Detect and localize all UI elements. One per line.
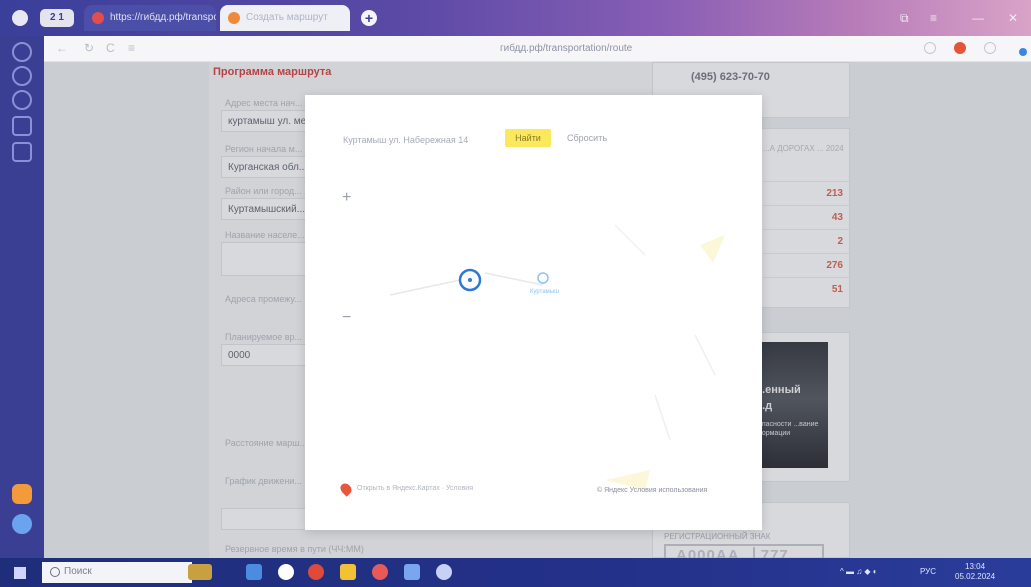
map-terms-link[interactable]: © Яндекс Условия использования bbox=[597, 487, 707, 494]
task-view-icon[interactable] bbox=[246, 564, 262, 580]
bookmarks-icon[interactable] bbox=[12, 42, 32, 62]
file-explorer-icon[interactable] bbox=[340, 564, 356, 580]
profile-icon[interactable] bbox=[12, 10, 28, 26]
map-area bbox=[700, 235, 725, 263]
map-road bbox=[389, 279, 461, 296]
clock-time: 13:04 bbox=[965, 562, 986, 571]
open-in-maps-link[interactable]: Открыть в Яндекс.Картах · Условия bbox=[357, 485, 473, 492]
tab-title: https://гибдд.рф/transport bbox=[110, 12, 216, 23]
refresh-icon[interactable]: ↻ bbox=[84, 41, 94, 55]
tray-icons[interactable]: ^ ▬ ♫ ◆ ◐ bbox=[840, 567, 878, 576]
zoom-in-button[interactable]: + bbox=[342, 189, 351, 207]
marker-center bbox=[468, 278, 472, 282]
tab-create-route[interactable]: Создать маршрут bbox=[220, 5, 350, 31]
clock[interactable]: 13:04 05.02.2024 bbox=[955, 562, 995, 582]
tab-title: Создать маршрут bbox=[246, 12, 328, 23]
browser-tab-bar: 2 1 https://гибдд.рф/transport Создать м… bbox=[0, 0, 1031, 36]
key-icon[interactable] bbox=[924, 42, 936, 54]
map-canvas[interactable]: Куртамыш bbox=[305, 95, 762, 530]
home-icon[interactable]: ≡ bbox=[128, 41, 135, 55]
map-modal: Куртамыш Куртамыш ул. Набережная 14 Найт… bbox=[305, 95, 762, 530]
start-button[interactable] bbox=[14, 567, 26, 579]
downloads-icon[interactable] bbox=[12, 90, 32, 110]
history-icon[interactable] bbox=[12, 66, 32, 86]
minimize-icon[interactable]: — bbox=[972, 11, 984, 25]
menu-icon[interactable]: ≡ bbox=[930, 11, 937, 25]
search-placeholder: Поиск bbox=[64, 566, 92, 577]
reset-button[interactable]: Сбросить bbox=[567, 133, 607, 143]
find-button[interactable]: Найти bbox=[505, 129, 551, 147]
map-road bbox=[694, 334, 716, 376]
poi-label: Куртамыш bbox=[530, 289, 559, 295]
close-icon[interactable]: ✕ bbox=[1008, 11, 1018, 25]
back-icon[interactable]: ← bbox=[56, 41, 68, 55]
tab-group-indicator[interactable]: 2 1 bbox=[40, 9, 74, 27]
map-search-input[interactable]: Куртамыш ул. Набережная 14 bbox=[343, 135, 468, 145]
address-bar: ← ↻ C ≡ гибдд.рф/transportation/route bbox=[44, 36, 1031, 62]
yandex-favicon-icon bbox=[228, 12, 240, 24]
reload-icon[interactable]: C bbox=[106, 41, 115, 55]
map-road bbox=[614, 224, 646, 256]
search-icon bbox=[50, 567, 60, 577]
poi-marker-icon[interactable] bbox=[537, 272, 549, 284]
map-road bbox=[484, 272, 544, 286]
alice-icon[interactable] bbox=[12, 484, 32, 504]
taskbar: Поиск ^ ▬ ♫ ◆ ◐ РУС 13:04 05.02.2024 bbox=[0, 558, 1031, 587]
yandex-browser-icon[interactable] bbox=[278, 564, 294, 580]
messenger-icon[interactable] bbox=[12, 142, 32, 162]
app-icon[interactable] bbox=[404, 564, 420, 580]
map-road bbox=[654, 394, 671, 441]
app-icon[interactable] bbox=[372, 564, 388, 580]
new-tab-button[interactable]: + bbox=[361, 10, 377, 26]
cloud-icon[interactable] bbox=[12, 514, 32, 534]
clock-date: 05.02.2024 bbox=[955, 572, 996, 581]
tab-gibdd[interactable]: https://гибдд.рф/transport bbox=[84, 5, 216, 31]
collections-icon[interactable] bbox=[12, 116, 32, 136]
edge-icon[interactable] bbox=[308, 564, 324, 580]
app-icon[interactable] bbox=[436, 564, 452, 580]
extensions-icon[interactable] bbox=[984, 42, 996, 54]
weather-widget-icon[interactable] bbox=[188, 564, 212, 580]
browser-sidebar bbox=[0, 36, 44, 558]
url-field[interactable]: гибдд.рф/transportation/route bbox=[500, 43, 632, 54]
gibdd-favicon-icon bbox=[92, 12, 104, 24]
yandex-icon[interactable] bbox=[954, 42, 966, 54]
notification-dot-icon bbox=[1019, 48, 1027, 56]
zoom-out-button[interactable]: − bbox=[342, 309, 351, 327]
restore-icon[interactable]: ⧉ bbox=[900, 11, 909, 26]
taskbar-search[interactable]: Поиск bbox=[42, 562, 192, 583]
language-indicator[interactable]: РУС bbox=[920, 567, 936, 576]
